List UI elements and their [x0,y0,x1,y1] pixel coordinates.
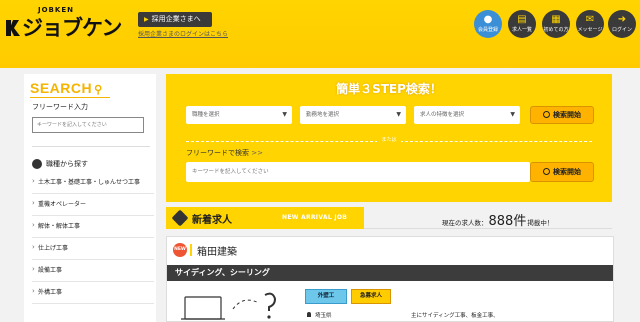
job-description: 主にサイディング工事、板金工事、 [411,313,499,319]
job-type-select-value: 職種を選択 [192,112,220,118]
category-item[interactable]: 設備工事 [32,260,154,282]
step-search-button-label: 検索開始 [553,111,581,119]
job-type-heading: 職種から探す [32,146,150,169]
or-divider: または [186,136,592,146]
freeword-search-button[interactable]: 検索開始 [530,162,594,182]
urgent-chip: 急募求人 [351,289,391,304]
chevron-down-icon: ▼ [510,111,515,118]
search-icon: ⚲ [94,84,103,96]
category-item[interactable]: 外構工事 [32,282,154,304]
location-pin-icon [307,312,311,317]
job-list-button[interactable]: ▤ 求人一覧 [508,10,536,38]
person-icon: ● [483,14,493,25]
message-button[interactable]: ✉ メッセージ [576,10,604,38]
site-logo[interactable]: JOBKEN ジョブケン [4,6,132,40]
step-search-button[interactable]: 検索開始 [530,106,594,124]
new-badge: NEW [173,243,187,257]
sidebar-freeword-label: フリーワード入力 [32,103,88,111]
search-sidebar: SEARCH⚲ フリーワード入力 職種から探す 土木工事・基礎工事・しゅんせつ工… [24,74,156,322]
sidebar-freeword-input[interactable] [32,117,144,133]
helmet-icon [32,158,42,169]
company-name[interactable]: 箱田建築 [197,243,237,258]
or-text: または [377,137,401,143]
job-count: 現在の求人数：888件掲載中！ [442,210,553,229]
about-label: 初めての方 [543,27,569,33]
login-label: ログイン [611,27,632,33]
about-button[interactable]: ▦ 初めての方 [542,10,570,38]
category-item[interactable]: 土木工事・基礎工事・しゅんせつ工事 [32,172,154,194]
logo-main-text: ジョブケン [22,16,122,40]
double-chevron-icon: >> [251,149,263,157]
location-select[interactable]: 勤務地を選択 ▼ [300,106,406,124]
freeword-search-button-label: 検索開始 [553,168,581,176]
employer-button-label: 採用企業さまへ [151,15,201,23]
job-type-chip: 外壁工 [305,289,347,304]
tag-icon [171,209,189,227]
login-icon: ➜ [617,14,627,25]
chevron-down-icon: ▼ [396,111,401,118]
job-card[interactable]: NEW 箱田建築 サイディング、シーリング 外壁工 急募求人 埼玉県 主にサイデ… [166,236,614,322]
new-arrival-tab: 新着求人 NEW ARRIVAL JOB [166,207,364,229]
category-item[interactable]: 仕上げ工事 [32,238,154,260]
mail-icon: ✉ [585,14,595,25]
step-search-panel: 簡単３STEP検索！ 職種を選択 ▼ 勤務地を選択 ▼ 求人の特徴を選択 ▼ 検… [166,74,612,202]
job-count-value: 888件 [488,214,527,229]
job-type-select[interactable]: 職種を選択 ▼ [186,106,292,124]
member-registration-label: 会員登録 [477,27,498,33]
member-registration-button[interactable]: ● 会員登録 [474,10,502,38]
freeword-search-label-text: フリーワードで検索 [186,149,249,157]
count-underline [364,228,612,229]
job-category-bar: サイディング、シーリング [167,265,613,281]
job-illustration [181,292,277,320]
accent-bar [190,244,192,256]
search-title-text: SEARCH [30,80,93,96]
employer-button[interactable]: ▶ 採用企業さまへ [138,12,212,27]
job-count-suffix: 掲載中！ [527,219,554,227]
employer-login-link[interactable]: 採用企業さまのログインはこちら [138,29,228,38]
category-item[interactable]: 重機オペレーター [32,194,154,216]
site-header: JOBKEN ジョブケン ▶ 採用企業さまへ 採用企業さまのログインはこちら ● … [0,0,640,68]
logo-mark-icon [6,20,20,36]
logo-text: ジョブケン [4,12,122,42]
search-title-underline [30,97,110,98]
book-icon: ▦ [551,14,561,25]
chevron-down-icon: ▼ [282,111,287,118]
new-arrival-title: 新着求人 [192,215,232,226]
job-type-heading-text: 職種から探す [46,159,88,168]
new-arrival-subtitle: NEW ARRIVAL JOB [282,214,348,221]
message-label: メッセージ [577,27,603,33]
location-select-value: 勤務地を選択 [306,112,340,118]
feature-select-value: 求人の特徴を選択 [420,112,465,118]
search-icon [543,111,550,118]
job-list-label: 求人一覧 [511,27,532,33]
header-icon-nav: ● 会員登録 ▤ 求人一覧 ▦ 初めての方 ✉ メッセージ ➜ ログイン [474,10,636,40]
freeword-search-label: フリーワードで検索 >> [186,148,263,158]
list-icon: ▤ [517,14,527,25]
job-category-list: 土木工事・基礎工事・しゅんせつ工事 重機オペレーター 解体・解体工事 仕上げ工事… [32,172,154,304]
step-search-title: 簡単３STEP検索！ [336,82,442,96]
sidebar-search-title: SEARCH ⚲ [30,80,103,96]
freeword-search-input[interactable] [186,162,530,182]
job-location: 埼玉県 [307,311,332,319]
job-count-prefix: 現在の求人数： [442,219,488,227]
search-icon [543,168,550,175]
new-arrival-header: 新着求人 NEW ARRIVAL JOB 現在の求人数：888件掲載中！ [166,207,612,229]
category-item[interactable]: 解体・解体工事 [32,216,154,238]
login-button[interactable]: ➜ ログイン [608,10,636,38]
job-location-text: 埼玉県 [315,313,332,319]
feature-select[interactable]: 求人の特徴を選択 ▼ [414,106,520,124]
play-arrow-icon: ▶ [144,16,149,23]
